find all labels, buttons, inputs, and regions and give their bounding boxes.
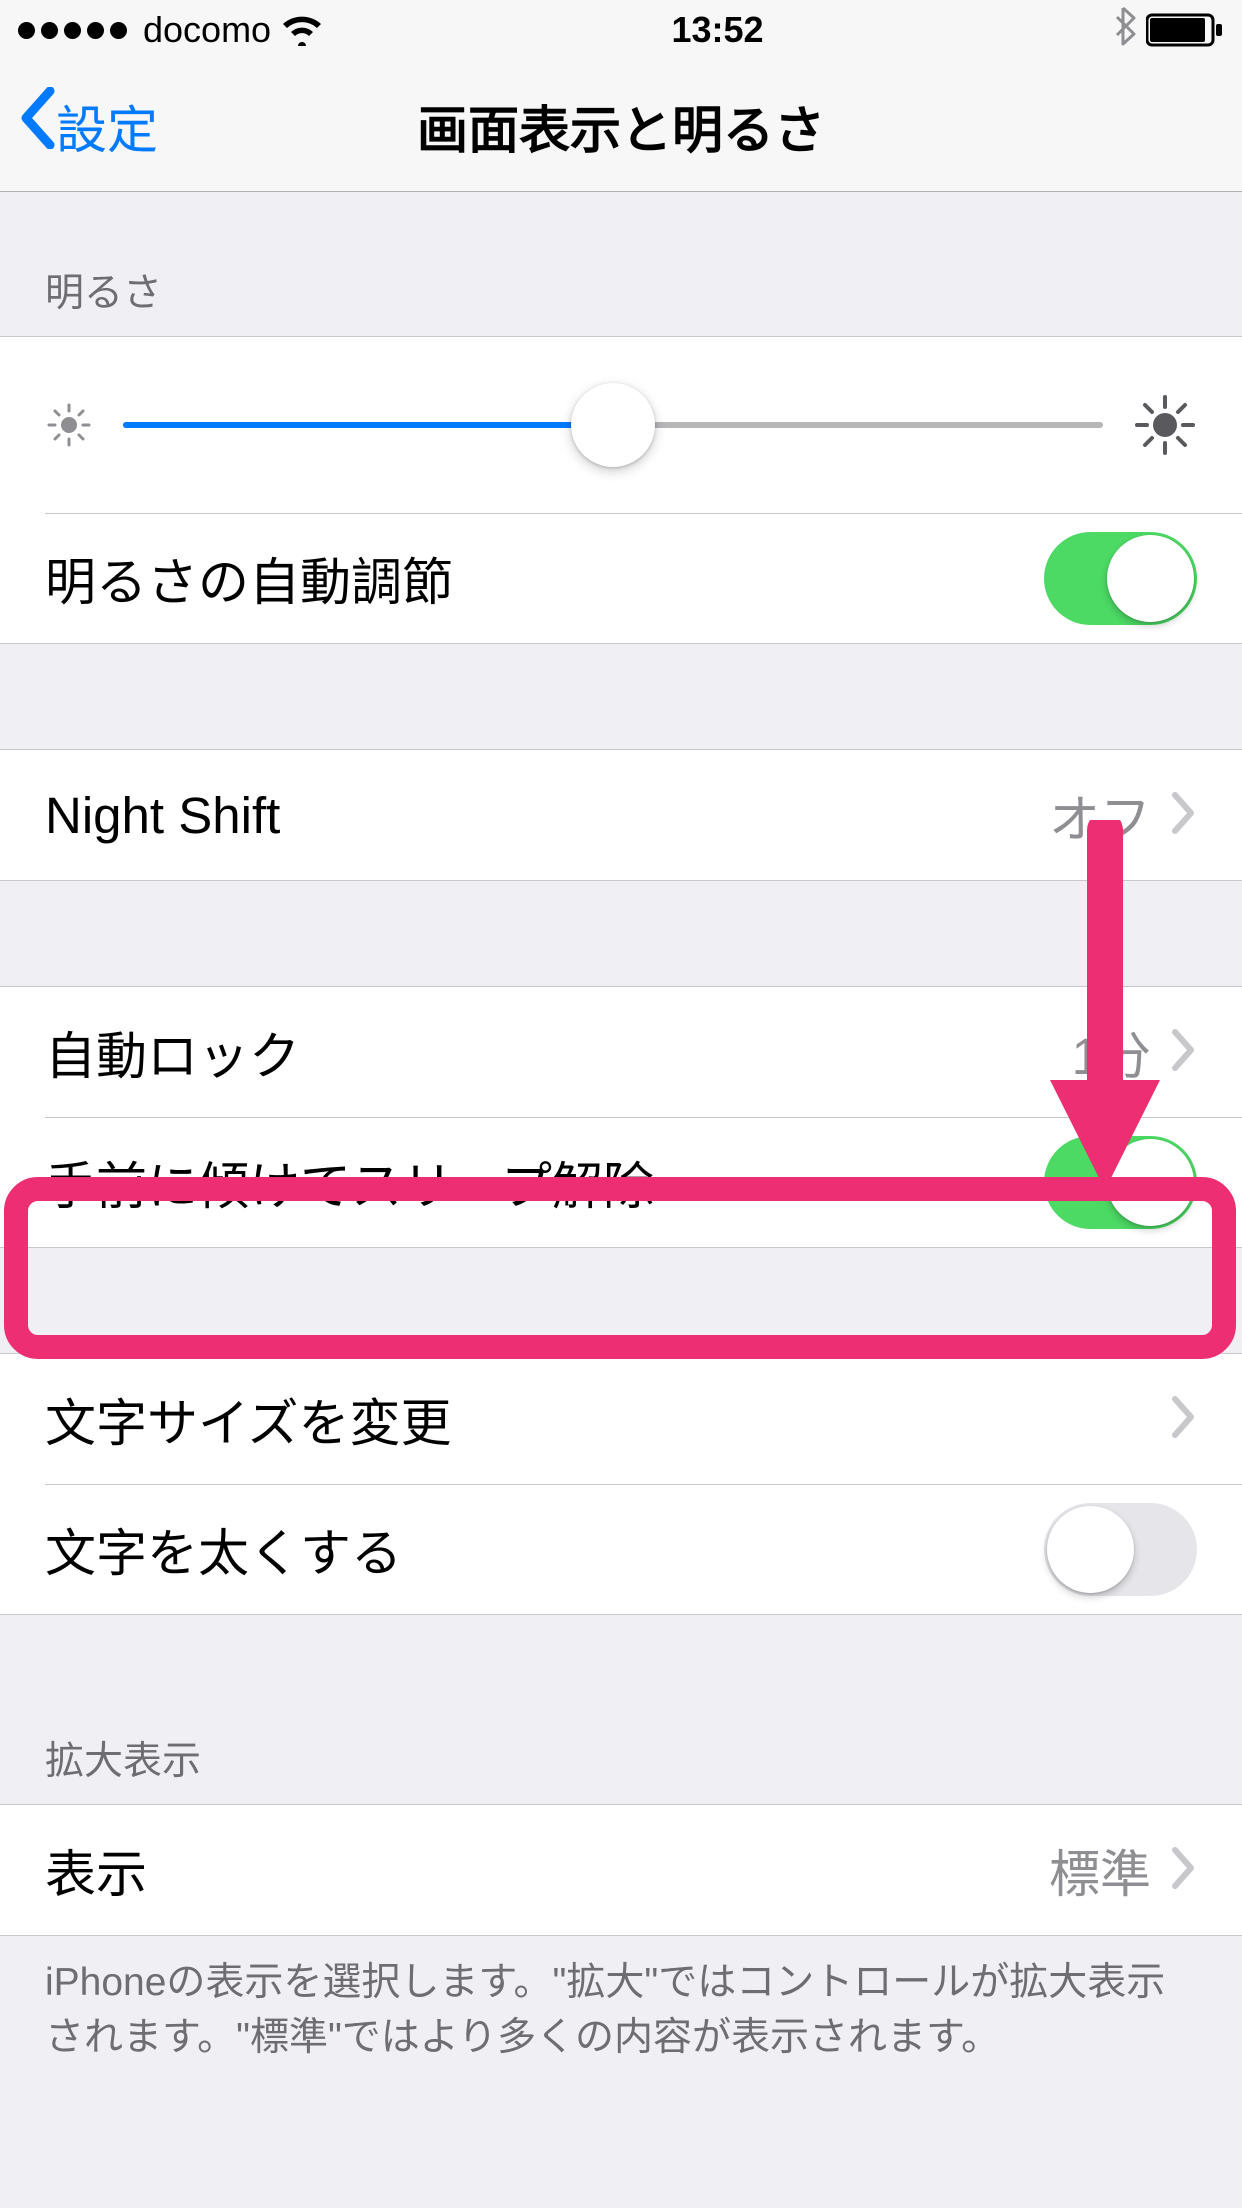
lock-group: 自動ロック 1分 手前に傾けてスリープ解除 [0, 986, 1242, 1248]
auto-brightness-toggle[interactable] [1044, 532, 1197, 625]
chevron-left-icon [18, 87, 56, 161]
section-header-brightness: 明るさ [0, 192, 1242, 336]
signal-strength-icon [18, 22, 127, 39]
nav-bar: 設定 画面表示と明るさ [0, 60, 1242, 192]
carrier-label: docomo [143, 9, 271, 51]
sun-small-icon [45, 401, 93, 449]
status-time: 13:52 [672, 9, 764, 51]
text-size-cell[interactable]: 文字サイズを変更 [0, 1354, 1242, 1484]
raise-to-wake-cell: 手前に傾けてスリープ解除 [0, 1117, 1242, 1247]
brightness-group: 明るさの自動調節 [0, 336, 1242, 644]
auto-brightness-label: 明るさの自動調節 [45, 541, 1044, 615]
zoom-footer: iPhoneの表示を選択します。"拡大"ではコントロールが拡大表示されます。"標… [0, 1936, 1242, 2085]
chevron-right-icon [1171, 785, 1197, 845]
view-value: 標準 [1049, 1833, 1151, 1907]
raise-to-wake-toggle[interactable] [1044, 1136, 1197, 1229]
view-label: 表示 [45, 1833, 1049, 1907]
chevron-right-icon [1171, 1022, 1197, 1082]
auto-brightness-cell: 明るさの自動調節 [0, 513, 1242, 643]
slider-thumb[interactable] [571, 383, 655, 467]
brightness-slider[interactable] [123, 422, 1103, 428]
bold-text-label: 文字を太くする [45, 1512, 1044, 1586]
chevron-right-icon [1171, 1389, 1197, 1449]
slider-fill [123, 422, 613, 428]
status-right [1112, 6, 1224, 55]
back-button[interactable]: 設定 [0, 89, 158, 163]
bold-text-toggle[interactable] [1044, 1503, 1197, 1596]
back-label: 設定 [56, 89, 158, 163]
battery-icon [1146, 12, 1224, 48]
bluetooth-icon [1112, 6, 1136, 55]
raise-to-wake-label: 手前に傾けてスリープ解除 [45, 1145, 1044, 1219]
status-bar: docomo 13:52 [0, 0, 1242, 60]
text-group: 文字サイズを変更 文字を太くする [0, 1353, 1242, 1615]
bold-text-cell: 文字を太くする [0, 1484, 1242, 1614]
wifi-icon [281, 14, 323, 46]
auto-lock-label: 自動ロック [45, 1015, 1072, 1089]
section-header-zoom: 拡大表示 [0, 1615, 1242, 1804]
night-shift-group: Night Shift オフ [0, 749, 1242, 881]
night-shift-cell[interactable]: Night Shift オフ [0, 750, 1242, 880]
text-size-label: 文字サイズを変更 [45, 1382, 1171, 1456]
view-cell[interactable]: 表示 標準 [0, 1805, 1242, 1935]
sun-large-icon [1133, 393, 1197, 457]
status-left: docomo [18, 9, 323, 51]
brightness-slider-cell [0, 337, 1242, 513]
night-shift-value: オフ [1049, 778, 1151, 852]
zoom-group: 表示 標準 [0, 1804, 1242, 1936]
auto-lock-value: 1分 [1072, 1015, 1151, 1089]
auto-lock-cell[interactable]: 自動ロック 1分 [0, 987, 1242, 1117]
chevron-right-icon [1171, 1840, 1197, 1900]
night-shift-label: Night Shift [45, 786, 1049, 845]
page-title: 画面表示と明るさ [0, 89, 1242, 163]
